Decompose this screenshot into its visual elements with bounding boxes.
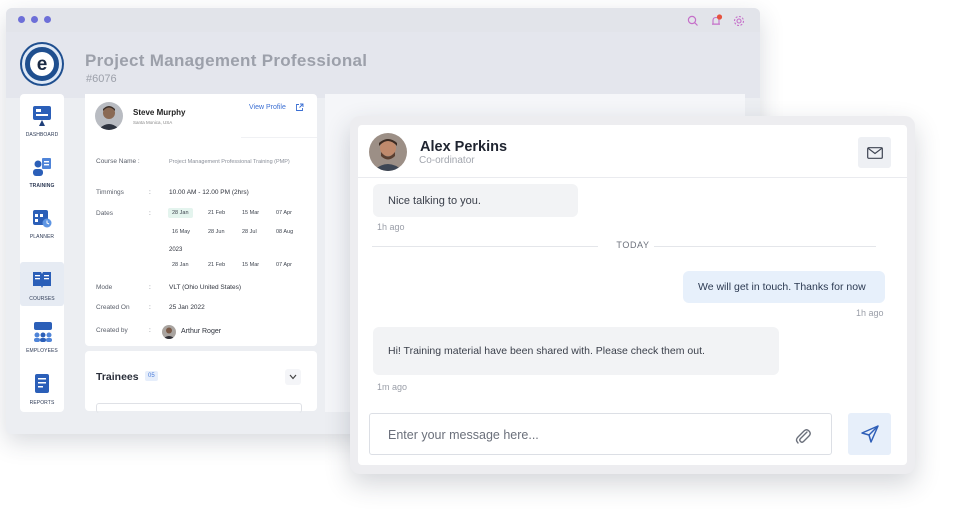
sidebar-item-label: EMPLOYEES: [26, 348, 58, 354]
settings-gear-icon[interactable]: [732, 14, 746, 28]
colon: :: [149, 210, 151, 217]
sidebar: DASHBOARD TRAINING PLANNER COURSES EMPLO…: [20, 94, 64, 412]
mode-value: VLT (Ohio United States): [169, 284, 242, 291]
message-bubble-outgoing: We will get in touch. Thanks for now: [683, 271, 885, 303]
notification-dot: [716, 14, 723, 20]
sidebar-item-reports[interactable]: REPORTS: [20, 366, 64, 410]
window-dot-close[interactable]: [18, 16, 25, 23]
date-chip[interactable]: 16 May: [168, 227, 194, 237]
year-label: 2023: [169, 247, 183, 253]
date-chip[interactable]: 15 Mar: [238, 260, 263, 270]
date-chip[interactable]: 28 Jul: [238, 227, 261, 237]
colon: :: [149, 284, 151, 291]
divider-line: [372, 246, 598, 247]
expand-button[interactable]: [285, 369, 301, 385]
course-name-label: Course Name :: [96, 158, 140, 165]
avatar[interactable]: [369, 133, 407, 171]
trainer-profile-row: Steve Murphy Santa Monica, USA View Prof…: [85, 94, 317, 138]
timings-value: 10.00 AM - 12.00 PM (2hrs): [169, 189, 249, 196]
sidebar-item-label: DASHBOARD: [25, 132, 59, 138]
created-by-label: Created by: [96, 327, 128, 334]
date-chip[interactable]: 07 Apr: [272, 208, 296, 218]
window-dot-maximize[interactable]: [44, 16, 51, 23]
search-icon[interactable]: [686, 14, 700, 28]
sidebar-item-label: COURSES: [29, 296, 55, 302]
email-button[interactable]: [858, 137, 891, 168]
chat-panel: Alex Perkins Co-ordinator Nice talking t…: [358, 125, 907, 465]
trainee-search-field[interactable]: [96, 403, 302, 413]
avatar[interactable]: [162, 325, 176, 339]
divider-line: [654, 246, 876, 247]
sidebar-item-label: REPORTS: [29, 400, 55, 406]
message-composer: [369, 413, 832, 455]
chevron-down-icon: [289, 374, 297, 380]
sidebar-item-planner[interactable]: PLANNER: [20, 200, 64, 244]
sidebar-item-training[interactable]: TRAINING: [20, 149, 64, 193]
chat-header: Alex Perkins Co-ordinator: [358, 125, 907, 178]
date-chip[interactable]: 21 Feb: [204, 208, 229, 218]
date-chip[interactable]: 28 Jan: [168, 208, 193, 218]
sidebar-item-dashboard[interactable]: DASHBOARD: [20, 98, 64, 142]
dashboard-icon: [33, 106, 51, 126]
message-input[interactable]: [388, 424, 778, 446]
window-dot-minimize[interactable]: [31, 16, 38, 23]
dates-label: Dates: [96, 210, 113, 217]
contact-role: Co-ordinator: [419, 155, 475, 166]
colon: :: [149, 189, 151, 196]
external-link-icon[interactable]: [295, 103, 304, 112]
paperclip-icon[interactable]: [794, 425, 812, 445]
trainees-label: Trainees: [96, 371, 139, 383]
title-bar: [6, 8, 760, 32]
trainees-count-badge: 05: [145, 371, 158, 381]
message-timestamp: 1h ago: [377, 222, 405, 232]
training-icon: [33, 158, 51, 176]
course-details-card: Steve Murphy Santa Monica, USA View Prof…: [85, 94, 317, 346]
chat-window: Alex Perkins Co-ordinator Nice talking t…: [350, 116, 915, 474]
course-name-value: Project Management Professional Training…: [169, 159, 290, 165]
project-id: #6076: [86, 73, 117, 85]
app-logo[interactable]: e: [22, 44, 62, 84]
view-profile-link[interactable]: View Profile: [249, 104, 286, 111]
courses-icon: [33, 272, 51, 288]
trainer-location: Santa Monica, USA: [133, 120, 173, 125]
contact-name: Alex Perkins: [420, 139, 508, 155]
date-chip[interactable]: 15 Mar: [238, 208, 263, 218]
message-bubble-incoming: Nice talking to you.: [373, 184, 578, 217]
mail-icon: [866, 146, 883, 159]
trainees-panel: Trainees 05: [85, 351, 317, 413]
date-chip[interactable]: 07 Apr: [272, 260, 296, 270]
trainer-name: Steve Murphy: [133, 108, 186, 117]
date-chip[interactable]: 21 Feb: [204, 260, 229, 270]
planner-icon: [33, 210, 52, 228]
page-title: Project Management Professional: [85, 51, 368, 70]
avatar[interactable]: [95, 102, 123, 130]
date-chip[interactable]: 28 Jun: [204, 227, 229, 237]
message-bubble-incoming: Hi! Training material have been shared w…: [373, 327, 779, 375]
date-chip[interactable]: 28 Jan: [168, 260, 193, 270]
created-by-value: Arthur Roger: [181, 328, 222, 335]
date-chip[interactable]: 08 Aug: [272, 227, 297, 237]
mode-label: Mode: [96, 284, 113, 291]
app-header: e Project Management Professional #6076: [6, 32, 760, 98]
sidebar-item-courses[interactable]: COURSES: [20, 262, 64, 306]
sidebar-item-label: TRAINING: [29, 183, 55, 189]
colon: :: [149, 304, 151, 311]
message-timestamp: 1m ago: [377, 382, 408, 392]
sidebar-item-label: PLANNER: [29, 234, 55, 240]
send-button[interactable]: [848, 413, 891, 455]
trainer-profile: Steve Murphy Santa Monica, USA: [85, 94, 241, 138]
created-on-label: Created On: [96, 304, 130, 311]
date-divider: TODAY: [616, 240, 650, 250]
message-timestamp: 1h ago: [856, 308, 884, 318]
sidebar-item-employees[interactable]: EMPLOYEES: [20, 314, 64, 358]
timings-label: Timmings: [96, 189, 124, 196]
reports-icon: [35, 374, 49, 393]
bell-icon[interactable]: [709, 14, 723, 28]
created-on-value: 25 Jan 2022: [169, 304, 205, 311]
colon: :: [149, 327, 151, 334]
employees-icon: [34, 322, 52, 342]
send-icon: [860, 425, 879, 443]
